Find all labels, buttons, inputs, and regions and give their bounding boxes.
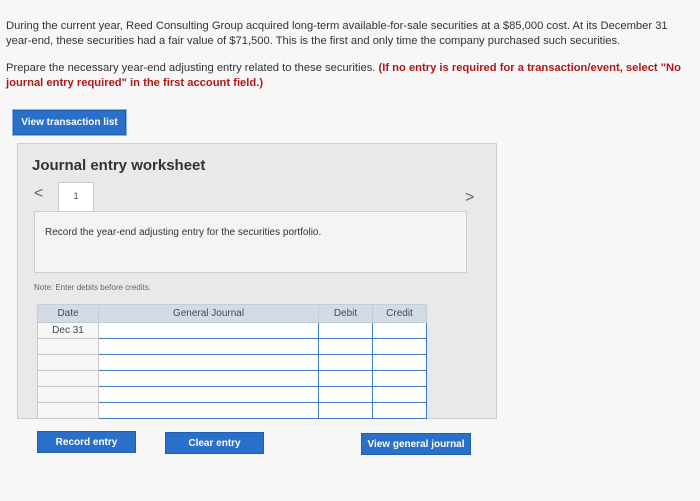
instruction-note-red: (If no entry is required for a transacti… bbox=[378, 62, 681, 74]
date-cell bbox=[37, 402, 99, 419]
debit-input[interactable] bbox=[318, 370, 373, 387]
journal-entry-worksheet: Journal entry worksheet < 1 > Record the… bbox=[17, 143, 497, 419]
instruction-text: Prepare the necessary year-end adjusting… bbox=[6, 62, 379, 74]
problem-statement: During the current year, Reed Consulting… bbox=[6, 19, 700, 49]
date-cell: Dec 31 bbox=[37, 322, 99, 339]
table-row bbox=[37, 354, 427, 371]
table-row: Dec 31 bbox=[37, 322, 427, 339]
view-transaction-list-button[interactable]: View transaction list bbox=[13, 110, 126, 135]
instructions: Prepare the necessary year-end adjusting… bbox=[6, 61, 700, 91]
account-input[interactable] bbox=[98, 354, 319, 371]
debit-input[interactable] bbox=[318, 322, 373, 339]
debit-input[interactable] bbox=[318, 402, 373, 419]
table-row bbox=[37, 370, 427, 387]
header-general-journal: General Journal bbox=[98, 304, 319, 323]
table-row bbox=[37, 386, 427, 403]
next-arrow-icon[interactable]: > bbox=[465, 189, 474, 207]
credit-input[interactable] bbox=[372, 354, 427, 371]
worksheet-title: Journal entry worksheet bbox=[32, 157, 206, 174]
account-input[interactable] bbox=[98, 386, 319, 403]
credit-input[interactable] bbox=[372, 322, 427, 339]
credit-input[interactable] bbox=[372, 402, 427, 419]
record-entry-button[interactable]: Record entry bbox=[37, 431, 136, 453]
prev-arrow-icon[interactable]: < bbox=[34, 185, 43, 203]
credit-input[interactable] bbox=[372, 338, 427, 355]
debit-input[interactable] bbox=[318, 386, 373, 403]
debit-input[interactable] bbox=[318, 338, 373, 355]
instruction-note-red-line-2: journal entry required" in the first acc… bbox=[6, 77, 264, 89]
date-cell bbox=[37, 386, 99, 403]
date-cell bbox=[37, 370, 99, 387]
account-input[interactable] bbox=[98, 370, 319, 387]
credit-input[interactable] bbox=[372, 370, 427, 387]
task-text: Record the year-end adjusting entry for … bbox=[45, 227, 322, 238]
date-cell bbox=[37, 338, 99, 355]
credit-input[interactable] bbox=[372, 386, 427, 403]
account-input[interactable] bbox=[98, 402, 319, 419]
account-input[interactable] bbox=[98, 338, 319, 355]
header-debit: Debit bbox=[318, 304, 373, 323]
clear-entry-button[interactable]: Clear entry bbox=[165, 432, 264, 454]
note-text: Note: Enter debits before credits. bbox=[34, 283, 151, 292]
task-description: Record the year-end adjusting entry for … bbox=[34, 211, 467, 273]
header-date: Date bbox=[37, 304, 99, 323]
table-row bbox=[37, 338, 427, 355]
page-tab-1[interactable]: 1 bbox=[58, 182, 94, 211]
view-general-journal-button[interactable]: View general journal bbox=[361, 433, 471, 455]
table-row bbox=[37, 402, 427, 419]
problem-line-2: year-end, these securities had a fair va… bbox=[6, 35, 621, 47]
problem-line-1: During the current year, Reed Consulting… bbox=[6, 20, 668, 32]
header-credit: Credit bbox=[372, 304, 427, 323]
journal-table: Date General Journal Debit Credit Dec 31 bbox=[37, 304, 427, 419]
account-input[interactable] bbox=[98, 322, 319, 339]
debit-input[interactable] bbox=[318, 354, 373, 371]
date-cell bbox=[37, 354, 99, 371]
